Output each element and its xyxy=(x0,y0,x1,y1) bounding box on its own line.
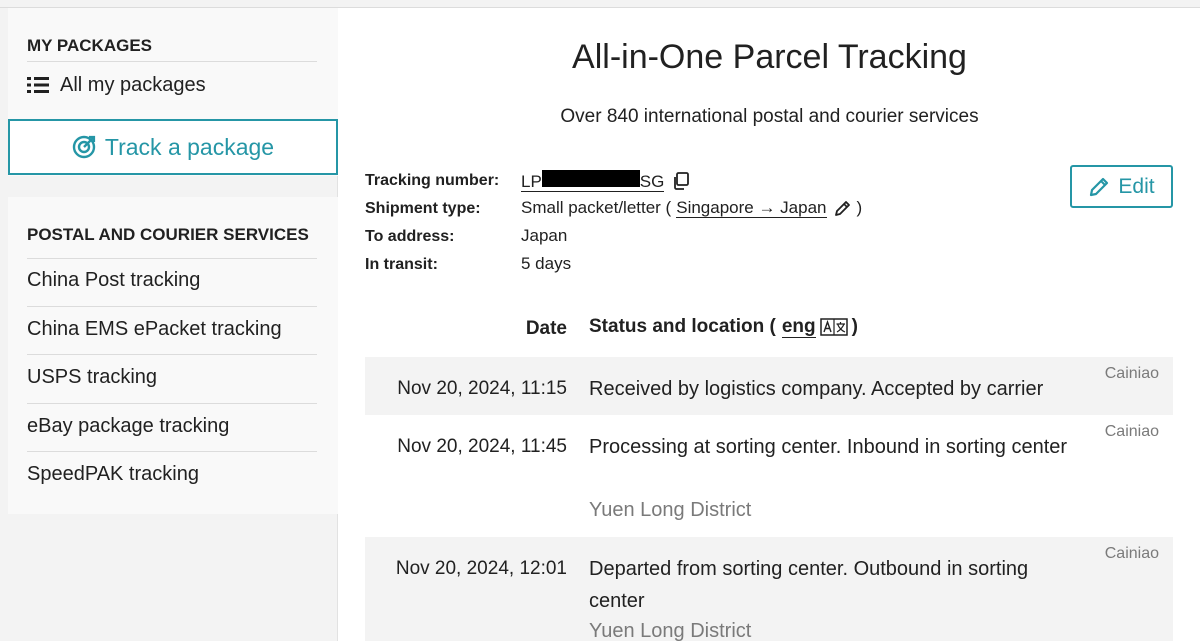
list-icon xyxy=(27,77,49,93)
tracking-prefix: LP xyxy=(521,172,542,191)
divider xyxy=(27,61,317,62)
in-transit-value: 5 days xyxy=(521,254,572,273)
shipment-type-value: Small packet/letter ( Singapore → Japan … xyxy=(521,198,862,218)
divider xyxy=(27,354,317,355)
edit-label: Edit xyxy=(1118,174,1155,198)
event-date: Nov 20, 2024, 11:45 xyxy=(397,436,567,457)
service-link-china-ems[interactable]: China EMS ePacket tracking xyxy=(27,318,282,341)
all-packages-label: All my packages xyxy=(60,73,206,96)
status-header-close: ) xyxy=(851,316,858,337)
event-date: Nov 20, 2024, 11:15 xyxy=(397,378,567,399)
track-package-button[interactable]: Track a package xyxy=(8,119,338,175)
shipment-type-label: Shipment type: xyxy=(365,200,481,217)
tracking-number[interactable]: LP SG xyxy=(521,170,665,192)
event-carrier: Cainiao xyxy=(1104,423,1159,440)
event-carrier: Cainiao xyxy=(1104,365,1159,382)
services-title: POSTAL AND COURIER SERVICES xyxy=(27,225,309,244)
tracking-number-value: LP SG xyxy=(521,170,690,192)
event-status: Received by logistics company. Accepted … xyxy=(589,378,1044,400)
sidebar: MY PACKAGES All my packages Track a pack… xyxy=(8,8,338,641)
tracking-number-label: Tracking number: xyxy=(365,172,500,189)
edit-button[interactable]: Edit xyxy=(1070,165,1173,208)
event-status: Departed from sorting center. Outbound i… xyxy=(589,558,1029,612)
date-column-header: Date xyxy=(525,318,567,339)
status-header-text: Status and location ( xyxy=(589,316,776,337)
tracking-event: Nov 20, 2024, 11:45 Processing at sortin… xyxy=(365,415,1173,537)
service-link-speedpak[interactable]: SpeedPAK tracking xyxy=(27,463,199,486)
divider xyxy=(27,306,317,307)
event-carrier: Cainiao xyxy=(1104,545,1159,562)
window-left-edge xyxy=(0,8,8,641)
divider xyxy=(27,403,317,404)
my-packages-panel: MY PACKAGES All my packages Track a pack… xyxy=(8,8,338,176)
my-packages-title: MY PACKAGES xyxy=(27,36,153,55)
window-top-edge xyxy=(0,0,1200,8)
divider xyxy=(27,451,317,452)
shipment-type-close: ) xyxy=(856,198,863,217)
translate-icon[interactable] xyxy=(819,318,848,336)
shipment-type-text: Small packet/letter ( xyxy=(521,198,672,217)
services-panel: POSTAL AND COURIER SERVICES China Post t… xyxy=(8,197,338,514)
tracking-event: Nov 20, 2024, 11:15 Received by logistic… xyxy=(365,357,1173,415)
edit-icon xyxy=(1090,177,1109,196)
to-address-value: Japan xyxy=(521,226,568,245)
event-location: Yuen Long District xyxy=(589,620,752,642)
status-column-header: Status and location ( eng ) xyxy=(589,316,858,338)
copy-icon[interactable] xyxy=(672,172,690,190)
route-link[interactable]: Singapore → Japan xyxy=(676,198,827,218)
page-title: All-in-One Parcel Tracking xyxy=(572,38,967,76)
service-link-china-post[interactable]: China Post tracking xyxy=(27,269,200,292)
tracking-suffix: SG xyxy=(639,172,665,191)
event-location: Yuen Long District xyxy=(589,499,752,521)
to-address-label: To address: xyxy=(365,228,455,245)
divider xyxy=(27,258,317,259)
in-transit-label: In transit: xyxy=(365,256,438,273)
target-icon xyxy=(72,135,96,159)
main-content: All-in-One Parcel Tracking Over 840 inte… xyxy=(339,8,1200,642)
track-package-label: Track a package xyxy=(104,133,275,160)
page-subtitle: Over 840 international postal and courie… xyxy=(560,106,979,127)
redaction-bar xyxy=(541,170,640,187)
event-date: Nov 20, 2024, 12:01 xyxy=(395,558,567,579)
all-packages-link[interactable]: All my packages xyxy=(27,72,206,98)
pencil-icon[interactable] xyxy=(834,200,851,217)
event-status: Processing at sorting center. Inbound in… xyxy=(589,436,1068,458)
service-link-usps[interactable]: USPS tracking xyxy=(27,366,157,389)
tracking-event: Nov 20, 2024, 12:01 Departed from sortin… xyxy=(365,537,1173,642)
language-selector[interactable]: eng xyxy=(781,316,816,338)
service-link-ebay[interactable]: eBay package tracking xyxy=(27,415,229,438)
